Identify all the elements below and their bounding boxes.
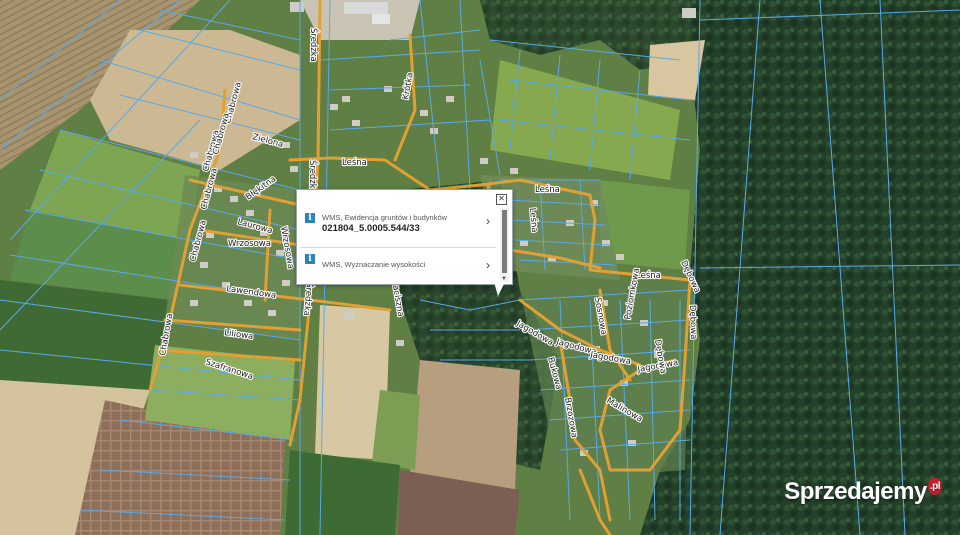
label-lesna-2: Leśna — [535, 184, 560, 195]
popup-item-title: WMS, Ewidencja gruntów i budynków — [322, 213, 448, 222]
label-sredzka-1: Średzka — [308, 28, 320, 62]
popup-item-title: WMS, Wyznaczanie wysokości — [322, 260, 426, 269]
label-debowa-2: Dębowa — [687, 305, 698, 340]
watermark-badge: .pl — [927, 478, 942, 495]
label-wrzosowa-1: Wrzosowa — [228, 239, 271, 249]
chevron-right-icon[interactable]: › — [486, 214, 490, 228]
popup-item-ewidencja[interactable]: i WMS, Ewidencja gruntów i budynków 0218… — [300, 207, 496, 248]
feature-info-popup: ✕ i WMS, Ewidencja gruntów i budynków 02… — [296, 189, 513, 285]
scrollbar-thumb[interactable] — [502, 210, 507, 273]
field-center-green — [372, 390, 420, 470]
label-lesna-3: Leśna — [527, 207, 540, 233]
chevron-right-icon[interactable]: › — [486, 258, 490, 272]
popup-item-wysokosci[interactable]: i WMS, Wyznaczanie wysokości › — [300, 248, 496, 288]
close-icon[interactable]: ✕ — [496, 194, 507, 205]
parcel-id: 021804_5.0005.544/33 — [322, 223, 420, 234]
watermark-logo: Sprzedajemy .pl — [784, 478, 942, 506]
watermark-text: Sprzedajemy — [784, 478, 927, 505]
popup-pointer — [494, 282, 505, 296]
field-center-brown — [410, 360, 520, 490]
label-lesna-1: Leśna — [342, 157, 367, 168]
field-south-green — [285, 450, 400, 535]
popup-scrollbar[interactable]: ▼ — [500, 208, 509, 282]
info-icon: i — [305, 213, 315, 223]
info-icon: i — [305, 254, 315, 264]
field-ne-light — [648, 40, 705, 100]
